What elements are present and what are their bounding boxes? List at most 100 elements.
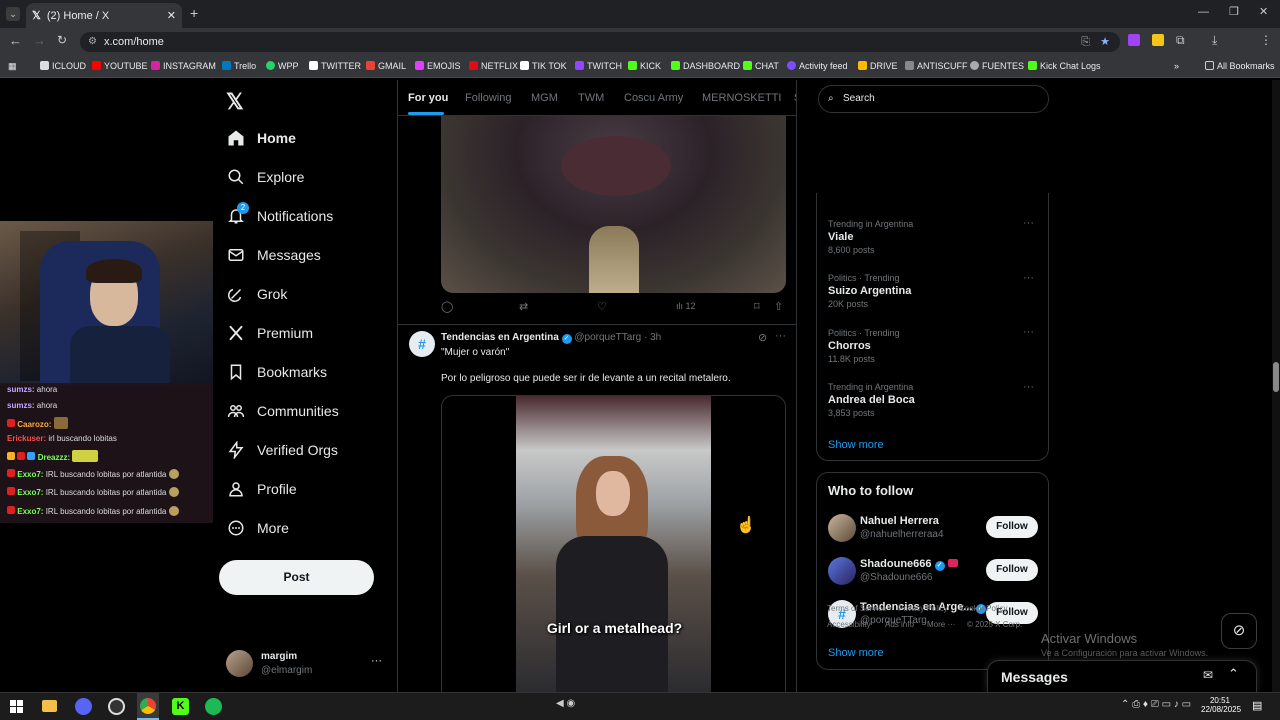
expand-icon[interactable]: ⌃ — [1228, 666, 1239, 682]
trend-more-icon[interactable]: ··· — [1023, 272, 1034, 284]
bookmark-item[interactable]: Activity feed — [787, 61, 848, 71]
extension-icon[interactable] — [1128, 34, 1140, 46]
views-count[interactable]: ılı 12 — [676, 301, 696, 311]
nav-premium[interactable]: Premium — [227, 324, 313, 342]
nav-grok[interactable]: Grok — [227, 285, 287, 303]
suggested-user-name[interactable]: Shadoune666 ✓ — [860, 558, 958, 571]
bookmark-item[interactable]: DASHBOARD — [671, 61, 740, 71]
suggested-user-name[interactable]: Nahuel Herrera — [860, 515, 939, 527]
discord-icon[interactable] — [75, 698, 92, 715]
trend-more-icon[interactable]: ··· — [1023, 217, 1034, 229]
bookmark-post-icon[interactable]: ⌑ — [754, 300, 760, 313]
avatar[interactable] — [226, 650, 253, 677]
back-icon[interactable]: ← — [9, 33, 22, 48]
footer-cookie[interactable]: Cookie Policy — [959, 604, 1007, 613]
repost-icon[interactable]: ⇄ — [519, 300, 528, 313]
trend-item[interactable]: Politics · Trending Chorros 11.8K posts — [828, 328, 900, 364]
file-explorer-icon[interactable] — [42, 700, 57, 712]
bookmark-item[interactable]: FUENTES — [970, 61, 1024, 71]
footer-more[interactable]: More ··· — [927, 620, 955, 629]
tab-following[interactable]: Following — [465, 92, 511, 104]
avatar[interactable] — [828, 514, 856, 542]
install-app-icon[interactable]: ⎘ — [1081, 32, 1090, 52]
minimize-icon[interactable]: — — [1198, 6, 1209, 18]
trend-more-icon[interactable]: ··· — [1023, 381, 1034, 393]
bookmark-item[interactable]: CHAT — [743, 61, 779, 71]
nav-explore[interactable]: Explore — [227, 168, 304, 186]
who-to-follow-show-more[interactable]: Show more — [828, 647, 884, 659]
obs-icon[interactable] — [108, 698, 125, 715]
trend-more-icon[interactable]: ··· — [1023, 326, 1034, 338]
browser-tab-home[interactable]: 𝕏 (2) Home / X ✕ — [26, 3, 182, 28]
post-button[interactable]: Post — [219, 560, 374, 595]
search-input[interactable]: ⌕ Search — [818, 85, 1049, 113]
follow-button[interactable]: Follow — [986, 516, 1038, 538]
tab-for-you[interactable]: For you — [408, 92, 448, 104]
tab-mernosketti[interactable]: MERNOSKETTI — [702, 92, 781, 104]
bookmark-item[interactable]: YOUTUBE — [92, 61, 148, 71]
extensions-puzzle-icon[interactable]: ⧉ — [1176, 33, 1185, 48]
account-menu-icon[interactable]: ··· — [371, 655, 382, 667]
scrollbar-thumb[interactable] — [1273, 362, 1279, 392]
bookmark-item[interactable]: TWITCH — [575, 61, 622, 71]
site-info-icon[interactable]: ⚙ — [88, 32, 97, 52]
footer-terms[interactable]: Terms of Service — [827, 604, 887, 613]
trend-item[interactable]: Trending in Argentina Andrea del Boca 3,… — [828, 382, 915, 418]
bookmark-item[interactable]: EMOJIS — [415, 61, 461, 71]
apps-grid-icon[interactable]: ▦ — [8, 61, 17, 72]
spotify-icon[interactable] — [205, 698, 222, 715]
grok-explain-icon[interactable]: ⊘ — [758, 331, 767, 344]
footer-privacy[interactable]: Privacy Policy — [898, 604, 948, 613]
bookmark-item[interactable]: ANTISCUFF — [905, 61, 968, 71]
forward-icon[interactable]: → — [33, 33, 46, 48]
all-bookmarks[interactable]: All Bookmarks — [1205, 61, 1275, 71]
bookmark-item[interactable]: ICLOUD — [40, 61, 86, 71]
notification-center-icon[interactable]: ▤ — [1252, 699, 1262, 712]
footer-ads-info[interactable]: Ads info — [885, 620, 914, 629]
share-icon[interactable]: ⇧ — [774, 300, 783, 313]
post-video[interactable]: Girl or a metalhead? — [441, 395, 786, 692]
previous-post-media[interactable] — [441, 116, 786, 293]
tab-coscu-army[interactable]: Coscu Army — [624, 92, 683, 104]
trends-show-more[interactable]: Show more — [828, 439, 884, 451]
nav-notifications[interactable]: Notifications 2 — [227, 202, 333, 225]
tab-search-icon[interactable]: ⌄ — [6, 7, 20, 21]
kick-icon[interactable]: K — [172, 698, 189, 715]
nav-profile[interactable]: Profile — [227, 480, 297, 498]
footer-accessibility[interactable]: Accessibility — [827, 620, 871, 629]
browser-menu-icon[interactable]: ⋮ — [1260, 33, 1272, 47]
post-time[interactable]: · 3h — [644, 332, 661, 343]
bookmark-item[interactable]: DRIVE — [858, 61, 898, 71]
tab-close-icon[interactable]: ✕ — [167, 9, 176, 22]
bookmark-item[interactable]: WPP — [266, 61, 299, 71]
bookmark-item[interactable]: INSTAGRAM — [151, 61, 216, 71]
new-message-icon[interactable]: ✉ — [1203, 668, 1213, 682]
post-author-name[interactable]: Tendencias en Argentina — [441, 332, 559, 343]
address-bar[interactable]: ⚙ x.com/home ⎘ ★ — [80, 32, 1120, 52]
scrollbar-track[interactable] — [1272, 80, 1280, 692]
nav-bookmarks[interactable]: Bookmarks — [227, 363, 327, 381]
reply-icon[interactable]: ◯ — [441, 300, 453, 313]
extension-icon[interactable] — [1152, 34, 1164, 46]
nav-home[interactable]: Home — [227, 129, 296, 147]
x-logo-icon[interactable]: 𝕏 — [226, 89, 244, 115]
bookmark-item[interactable]: TWITTER — [309, 61, 361, 71]
messages-drawer[interactable]: Messages ✉ ⌃ — [987, 660, 1257, 692]
window-close-icon[interactable]: ✕ — [1259, 5, 1268, 18]
windows-start-icon[interactable] — [10, 700, 23, 713]
like-icon[interactable]: ♡ — [597, 300, 607, 313]
reload-icon[interactable]: ↻ — [57, 33, 67, 47]
tab-more[interactable]: S — [794, 92, 796, 104]
bookmark-item[interactable]: Kick Chat Logs — [1028, 61, 1101, 71]
post-more-icon[interactable]: ··· — [775, 330, 786, 342]
post-author-handle[interactable]: @porqueTTarg — [574, 332, 641, 343]
restore-icon[interactable]: ❐ — [1229, 5, 1239, 18]
nav-more[interactable]: More — [227, 519, 289, 537]
bookmark-item[interactable]: GMAIL — [366, 61, 406, 71]
new-tab-icon[interactable]: + — [190, 5, 198, 21]
tab-mgm[interactable]: MGM — [531, 92, 558, 104]
nav-communities[interactable]: Communities — [227, 402, 339, 420]
follow-button[interactable]: Follow — [986, 559, 1038, 581]
bookmark-star-icon[interactable]: ★ — [1100, 32, 1110, 52]
post-author-avatar[interactable]: # — [409, 331, 435, 357]
